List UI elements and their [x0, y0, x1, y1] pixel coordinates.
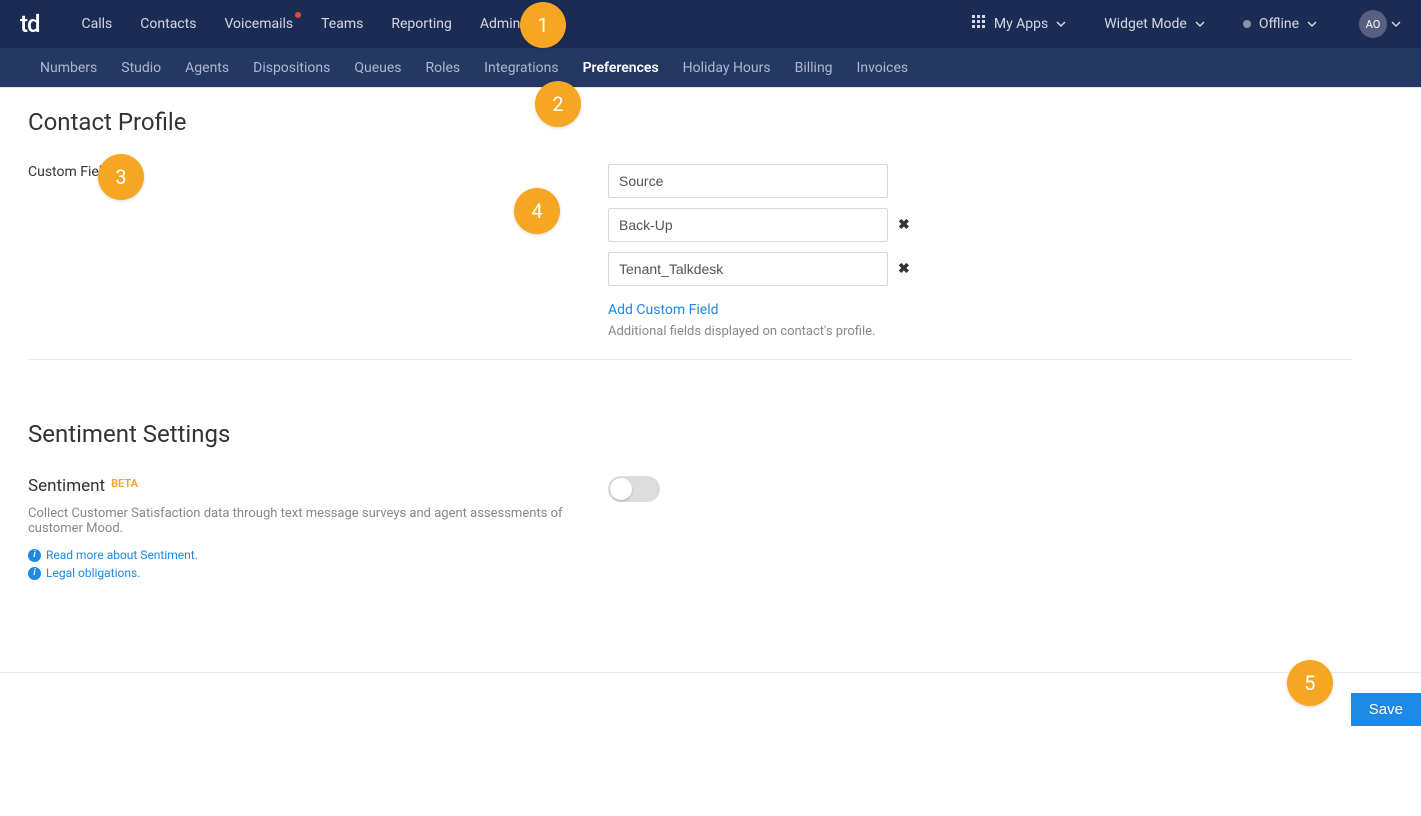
chevron-down-icon [1056, 19, 1066, 29]
custom-field-row [608, 164, 1128, 198]
custom-field-input[interactable] [608, 208, 888, 242]
custom-field-input[interactable] [608, 164, 888, 198]
remove-field-icon[interactable]: ✖ [898, 261, 910, 277]
my-apps-dropdown[interactable]: My Apps [956, 15, 1082, 33]
footer-bar: 5 Save [0, 672, 1421, 726]
chevron-down-icon [1391, 19, 1401, 29]
subnav-item-billing[interactable]: Billing [783, 48, 845, 88]
subnav-item-queues[interactable]: Queues [342, 48, 413, 88]
my-apps-label: My Apps [994, 16, 1048, 32]
beta-badge: BETA [111, 477, 138, 490]
custom-field-row: ✖ [608, 252, 1128, 286]
contact-profile-title: Contact Profile [28, 108, 1352, 136]
widget-mode-dropdown[interactable]: Widget Mode [1088, 16, 1221, 32]
add-custom-field-link[interactable]: Add Custom Field [608, 302, 719, 318]
remove-field-icon[interactable]: ✖ [898, 217, 910, 233]
chevron-down-icon [1307, 19, 1317, 29]
sentiment-toggle-col [608, 476, 1128, 502]
nav-reporting[interactable]: Reporting [377, 0, 466, 48]
user-menu[interactable]: AO [1339, 10, 1409, 38]
custom-fields-row: Custom Fields ✖✖Add Custom FieldAddition… [28, 164, 1352, 359]
info-icon: i [28, 567, 41, 580]
nav-teams[interactable]: Teams [307, 0, 377, 48]
top-navbar: td Calls Contacts Voicemails Teams Repor… [0, 0, 1421, 48]
subnav-item-preferences[interactable]: Preferences [571, 48, 671, 88]
nav-calls[interactable]: Calls [68, 0, 127, 48]
topnav-left: Calls Contacts Voicemails Teams Reportin… [68, 0, 535, 48]
sentiment-row: Sentiment BETA Collect Customer Satisfac… [28, 476, 1352, 600]
widget-mode-label: Widget Mode [1104, 16, 1187, 32]
apps-grid-icon [972, 15, 986, 33]
sub-navbar: NumbersStudioAgentsDispositionsQueuesRol… [0, 48, 1421, 88]
callout-badge-4: 4 [514, 188, 560, 234]
status-dropdown[interactable]: Offline [1227, 16, 1333, 32]
custom-field-input[interactable] [608, 252, 888, 286]
avatar: AO [1359, 10, 1387, 38]
sentiment-label-col: Sentiment BETA Collect Customer Satisfac… [28, 476, 608, 580]
subnav-item-holiday-hours[interactable]: Holiday Hours [671, 48, 783, 88]
chevron-down-icon [1195, 19, 1205, 29]
status-label: Offline [1259, 16, 1299, 32]
save-button[interactable]: Save [1351, 693, 1421, 726]
subnav-item-agents[interactable]: Agents [173, 48, 241, 88]
subnav-item-studio[interactable]: Studio [109, 48, 173, 88]
subnav-item-roles[interactable]: Roles [413, 48, 472, 88]
subnav-item-dispositions[interactable]: Dispositions [241, 48, 342, 88]
callout-badge-2: 2 [535, 81, 581, 127]
custom-field-helper: Additional fields displayed on contact's… [608, 324, 1128, 339]
subnav-item-invoices[interactable]: Invoices [845, 48, 921, 88]
nav-contacts[interactable]: Contacts [126, 0, 210, 48]
callout-badge-1: 1 [520, 2, 566, 48]
info-icon: i [28, 549, 41, 562]
toggle-knob [610, 478, 632, 500]
callout-badge-3: 3 [98, 154, 144, 200]
legal-obligations-link[interactable]: i Legal obligations. [28, 566, 608, 580]
logo: td [20, 10, 40, 38]
callout-badge-5: 5 [1287, 660, 1333, 706]
subnav-item-numbers[interactable]: Numbers [28, 48, 109, 88]
notification-dot-icon [295, 12, 301, 18]
read-more-sentiment-link[interactable]: i Read more about Sentiment. [28, 548, 608, 562]
status-dot-icon [1243, 20, 1251, 28]
sentiment-label: Sentiment [28, 476, 105, 496]
topnav-right: My Apps Widget Mode Offline AO [956, 10, 1409, 38]
nav-voicemails[interactable]: Voicemails [210, 0, 307, 48]
sentiment-toggle[interactable] [608, 476, 660, 502]
sentiment-settings-title: Sentiment Settings [28, 420, 1352, 448]
custom-field-row: ✖ [608, 208, 1128, 242]
sentiment-description: Collect Customer Satisfaction data throu… [28, 506, 608, 536]
divider [28, 359, 1352, 360]
custom-fields-inputs: ✖ ✖ Add Custom Field Additional fields disp… [608, 164, 1128, 339]
